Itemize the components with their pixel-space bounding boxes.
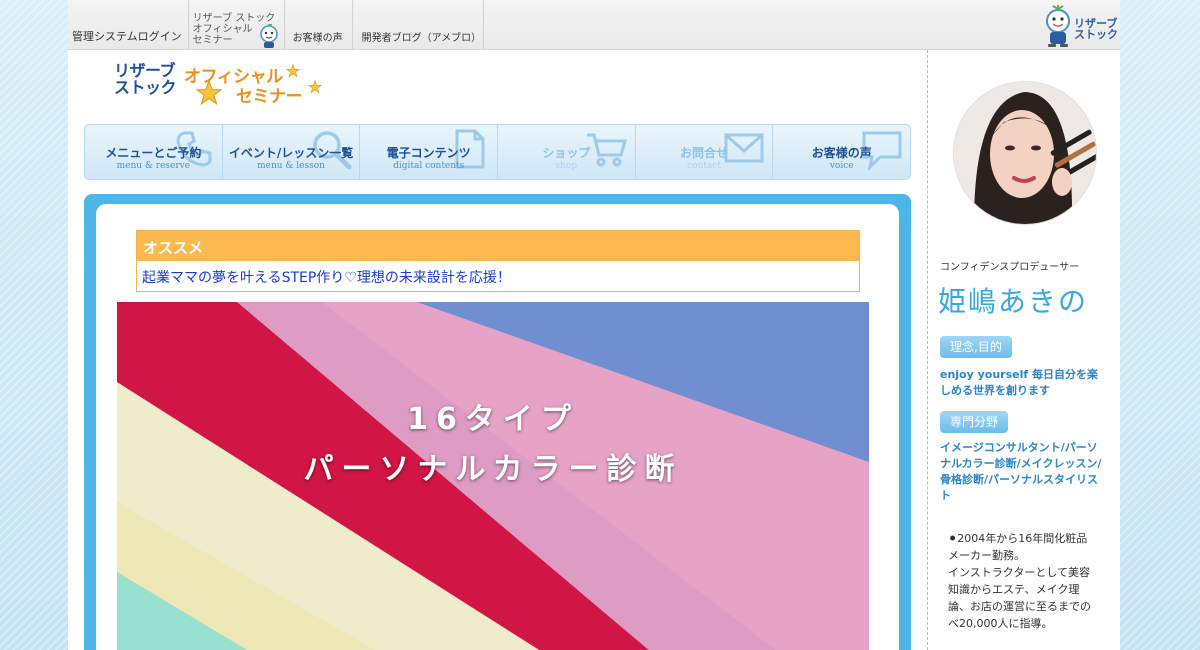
dev-blog-link[interactable]: 開発者ブログ（アメブロ） bbox=[353, 0, 484, 50]
bio-line: 知識からエステ、メイク理 bbox=[948, 583, 1080, 596]
sidebar-divider bbox=[927, 50, 928, 650]
philosophy-badge: 理念,目的 bbox=[940, 336, 1012, 358]
tab-event-lesson[interactable]: イベント/レッスン一覧 menu & lesson bbox=[223, 125, 361, 179]
tab-contact-label: お問合せ bbox=[680, 146, 729, 160]
tab-voice[interactable]: お客様の声 voice bbox=[773, 125, 910, 179]
hero-banner[interactable]: 16タイプ パーソナルカラー診断 bbox=[117, 302, 869, 650]
admin-login-link[interactable]: 管理システムログイン bbox=[68, 0, 189, 50]
reservestock-brand[interactable]: リザーブ ストック bbox=[1040, 4, 1120, 48]
seminar-line3: セミナー bbox=[192, 35, 233, 46]
logo-line1a: リザーブ bbox=[114, 61, 176, 80]
profile-role: コンフィデンスプロデューサー bbox=[940, 262, 1080, 273]
bio-line: メーカー勤務。 bbox=[948, 549, 1025, 562]
bio-line: べ20,000人に指導。 bbox=[948, 617, 1053, 630]
customer-voice-link[interactable]: お客様の声 bbox=[285, 0, 353, 50]
official-seminar-link[interactable]: リザーブ ストック オフィシャル セミナー bbox=[189, 0, 285, 50]
specialty-text: イメージコンサルタント/パーソナルカラー診断/メイクレッスン/骨格診断/パーソナ… bbox=[940, 441, 1102, 502]
seminar-line1: リザーブ ストック bbox=[192, 13, 276, 24]
star-icon bbox=[286, 64, 300, 78]
hero-title-line2: パーソナルカラー診断 bbox=[303, 452, 683, 487]
dev-blog-label: 開発者ブログ（アメブロ） bbox=[361, 33, 482, 44]
bio-line: ⚫2004年から16年間化粧品 bbox=[948, 532, 1088, 545]
star-icon bbox=[308, 80, 322, 94]
site-logo[interactable]: リザーブ ストック オフィシャル セミナー bbox=[114, 60, 334, 116]
profile-photo bbox=[954, 82, 1096, 224]
star-icon bbox=[196, 80, 222, 106]
specialty-badge: 専門分野 bbox=[940, 411, 1009, 433]
philosophy-text: enjoy yourself 毎日自分を楽しめる世界を創ります bbox=[940, 368, 1098, 397]
content-inner: オススメ 起業ママの夢を叶えるSTEP作り♡理想の未来設計を応援！ 16タイプ … bbox=[96, 204, 899, 650]
brand-text: リザーブ ストック bbox=[1074, 18, 1118, 40]
tab-menu-sub: menu & reserve bbox=[116, 161, 191, 171]
tab-event-label: イベント/レッスン一覧 bbox=[228, 146, 354, 160]
profile-name: 姫嶋あきの bbox=[938, 285, 1089, 318]
hero-title-line1: 16タイプ bbox=[407, 402, 579, 437]
tab-digital-label: 電子コンテンツ bbox=[386, 146, 471, 160]
mascot-icon bbox=[259, 24, 278, 48]
bio-line: 論、お店の運営に至るまでの bbox=[948, 600, 1091, 613]
page-body: リザーブ ストック オフィシャル セミナー メニューとご予約 menu & re… bbox=[68, 50, 1120, 650]
content-frame: オススメ 起業ママの夢を叶えるSTEP作り♡理想の未来設計を応援！ 16タイプ … bbox=[84, 194, 911, 650]
logo-line1b: ストック bbox=[114, 78, 177, 97]
tab-menu-reserve[interactable]: メニューとご予約 menu & reserve bbox=[85, 125, 223, 179]
profile-avatar bbox=[954, 82, 1096, 224]
tab-voice-label: お客様の声 bbox=[811, 146, 872, 160]
recommend-link[interactable]: 起業ママの夢を叶えるSTEP作り♡理想の未来設計を応援！ bbox=[137, 261, 859, 293]
top-bar: 管理システムログイン リザーブ ストック オフィシャル セミナー お客様の声 開… bbox=[68, 0, 1120, 50]
logo-reservestock: リザーブ ストック bbox=[114, 61, 177, 97]
brand-line2: ストック bbox=[1074, 28, 1118, 41]
tab-digital-sub: digital contents bbox=[393, 161, 465, 171]
seminar-line2: オフィシャル bbox=[192, 24, 253, 35]
tab-voice-sub: voice bbox=[829, 161, 854, 171]
customer-voice-label: お客様の声 bbox=[292, 33, 343, 44]
top-nav: 管理システムログイン リザーブ ストック オフィシャル セミナー お客様の声 開… bbox=[68, 0, 484, 50]
tab-shop[interactable]: ショップ shop bbox=[498, 125, 636, 179]
mascot-icon bbox=[1046, 5, 1070, 47]
tab-contact-sub: contact bbox=[687, 161, 721, 171]
logo-seminar: セミナー bbox=[236, 87, 303, 107]
tab-menu-label: メニューとご予約 bbox=[105, 146, 202, 160]
recommend-box: オススメ 起業ママの夢を叶えるSTEP作り♡理想の未来設計を応援！ bbox=[136, 230, 860, 292]
main-nav: メニューとご予約 menu & reserve イベント/レッスン一覧 menu… bbox=[84, 124, 911, 180]
recommend-heading: オススメ bbox=[137, 231, 859, 261]
tab-shop-label: ショップ bbox=[542, 146, 591, 160]
bio-line: インストラクターとして美容 bbox=[948, 566, 1091, 579]
tab-shop-sub: shop bbox=[555, 161, 578, 171]
admin-login-label: 管理システムログイン bbox=[72, 30, 182, 43]
tab-digital-contents[interactable]: 電子コンテンツ digital contents bbox=[360, 125, 499, 179]
tab-contact[interactable]: お問合せ contact bbox=[636, 125, 774, 179]
profile-bio: ⚫2004年から16年間化粧品 メーカー勤務。 インストラクターとして美容 知識… bbox=[948, 530, 1108, 632]
tab-event-sub: menu & lesson bbox=[257, 161, 325, 171]
